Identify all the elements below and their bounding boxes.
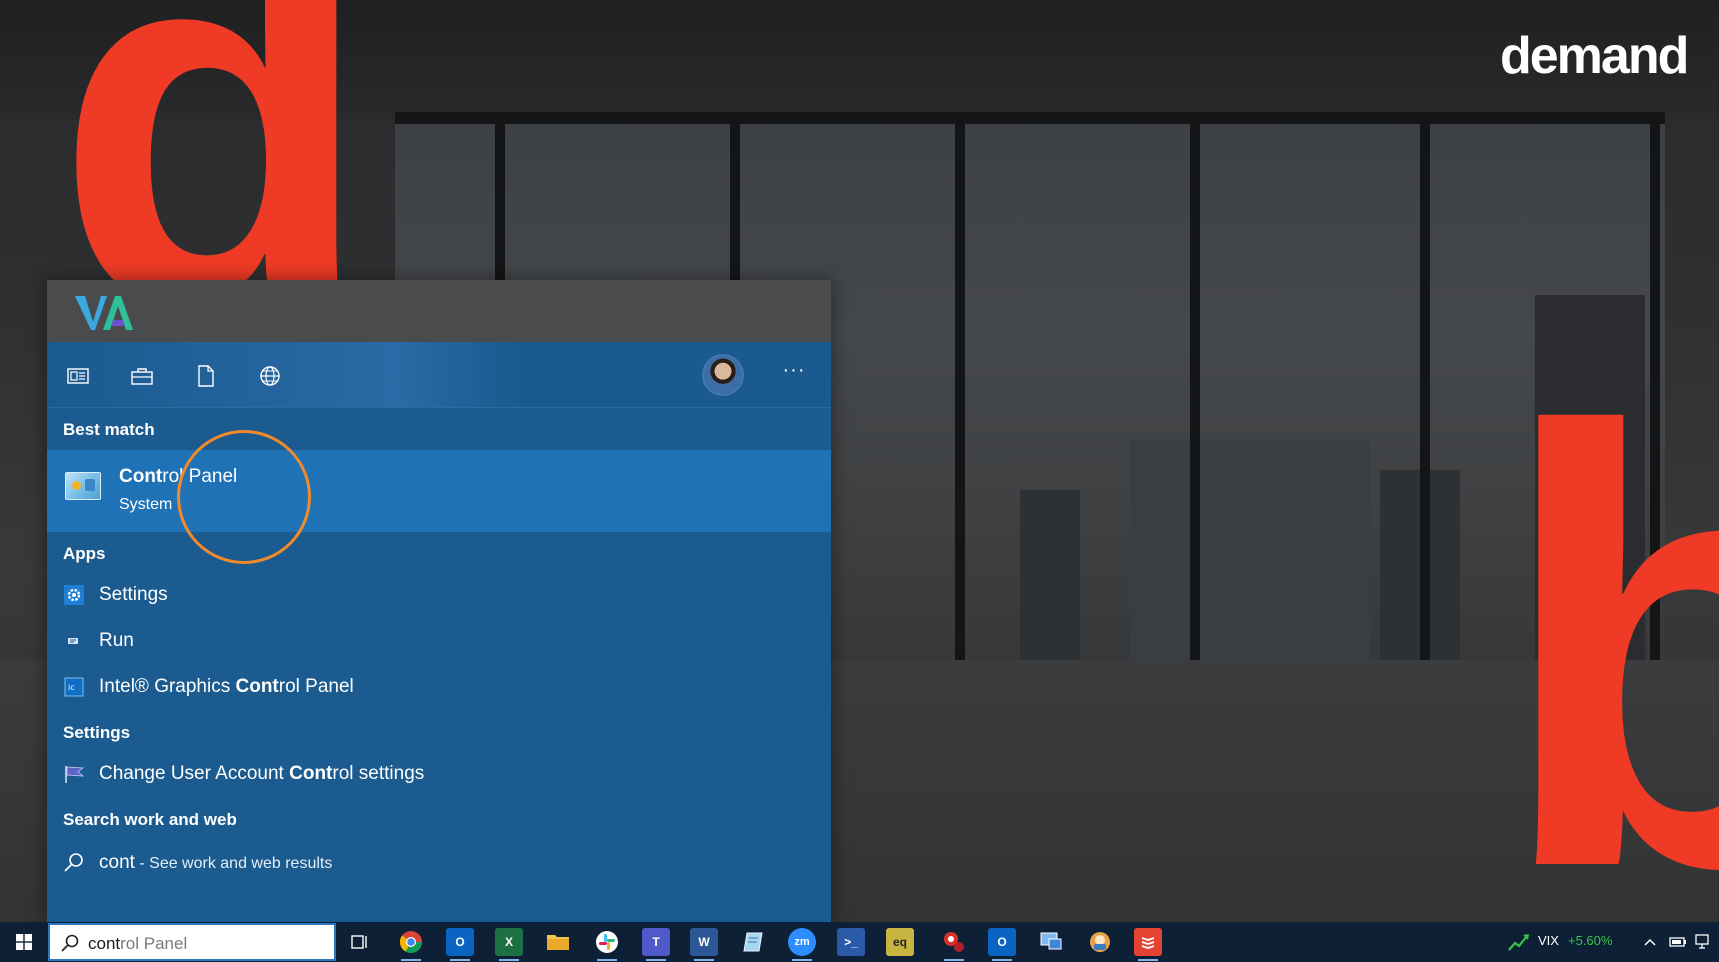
apps-heading: Apps — [63, 544, 106, 563]
windows-logo-icon — [16, 934, 32, 950]
wallpaper-beam — [395, 112, 1665, 124]
control-panel-icon — [65, 472, 101, 500]
best-match-heading: Best match — [63, 420, 155, 439]
excel-icon[interactable]: X — [495, 928, 523, 961]
highlight-circle-annotation — [177, 430, 311, 564]
chrome-icon[interactable] — [397, 928, 425, 961]
start-button[interactable] — [0, 922, 48, 962]
brand-letter-b: b — [1495, 304, 1719, 922]
teams-icon[interactable]: T — [642, 928, 670, 961]
all-icon[interactable] — [64, 362, 92, 390]
app-item-settings[interactable]: Settings — [47, 575, 831, 615]
best-match-subtitle: System — [119, 496, 173, 513]
settings-gear-icon — [63, 584, 85, 606]
brand-wordmark: demand — [1500, 27, 1689, 85]
web-search-label: cont - See work and web results — [99, 852, 333, 873]
uac-flag-icon — [63, 763, 85, 785]
wallpaper-building — [1130, 440, 1370, 660]
more-options-button[interactable]: ··· — [779, 360, 809, 388]
slack-icon[interactable] — [593, 928, 621, 961]
wallpaper-mullion — [1420, 115, 1430, 660]
game-icon[interactable] — [1086, 928, 1114, 956]
app-item-intel-graphics[interactable]: ic Intel® Graphics Control Panel — [47, 667, 831, 707]
outlook-2-icon[interactable]: O — [988, 928, 1016, 961]
zoom-icon[interactable]: zm — [788, 928, 816, 961]
taskbar-search-box[interactable]: control Panel — [48, 923, 336, 961]
todoist-icon[interactable] — [1134, 928, 1162, 961]
taskbar-search-text: control Panel — [88, 934, 188, 953]
battery-icon[interactable] — [1664, 928, 1692, 956]
wallpaper-building — [1020, 490, 1080, 660]
web-icon[interactable] — [256, 362, 284, 390]
run-icon — [63, 630, 85, 652]
ticker-change: +5.60% — [1568, 933, 1613, 948]
app-item-label: Settings — [99, 584, 168, 605]
search-icon — [61, 934, 79, 952]
documents-icon[interactable] — [192, 362, 220, 390]
va-logo — [75, 296, 133, 330]
best-match-control-panel[interactable]: Control Panel System — [47, 450, 831, 532]
task-view-icon[interactable] — [346, 928, 374, 956]
stock-chart-icon[interactable] — [1505, 928, 1533, 956]
app-item-run[interactable]: Run — [47, 621, 831, 661]
powershell-icon[interactable]: >_ — [837, 928, 865, 956]
apps-icon[interactable] — [128, 362, 156, 390]
outlook-icon[interactable]: O — [446, 928, 474, 961]
network-icon[interactable] — [1692, 928, 1716, 956]
word-icon[interactable]: W — [690, 928, 718, 961]
user-avatar[interactable] — [702, 354, 744, 396]
search-icon — [63, 852, 85, 874]
web-search-item[interactable]: cont - See work and web results — [47, 843, 831, 883]
settings-item-uac[interactable]: Change User Account Control settings — [47, 754, 831, 794]
intel-graphics-icon: ic — [63, 676, 85, 698]
chevron-up-icon[interactable] — [1636, 928, 1664, 956]
app-eq-icon[interactable]: eq — [886, 928, 914, 956]
app-item-label: Run — [99, 630, 134, 651]
settings-heading: Settings — [63, 723, 131, 742]
svg-text:ic: ic — [68, 683, 75, 692]
settings-item-label: Change User Account Control settings — [99, 763, 425, 784]
ticker-symbol: VIX — [1538, 933, 1559, 948]
notepad-icon[interactable] — [739, 928, 767, 956]
panel-header — [47, 280, 831, 342]
wallpaper-mullion — [1190, 115, 1200, 660]
app-item-label: Intel® Graphics Control Panel — [99, 676, 354, 697]
wallpaper-mullion — [955, 115, 965, 660]
search-scope-tabs: ··· — [47, 342, 831, 408]
snipping-tool-icon[interactable] — [940, 928, 968, 961]
remote-desktop-icon[interactable] — [1037, 928, 1065, 956]
file-explorer-icon[interactable] — [544, 928, 572, 956]
taskbar: control Panel O X T W zm >_ eq O VIX +5.… — [0, 922, 1719, 962]
search-panel: ··· Best match Control Panel System Apps… — [47, 280, 831, 922]
search-web-heading: Search work and web — [63, 810, 237, 829]
